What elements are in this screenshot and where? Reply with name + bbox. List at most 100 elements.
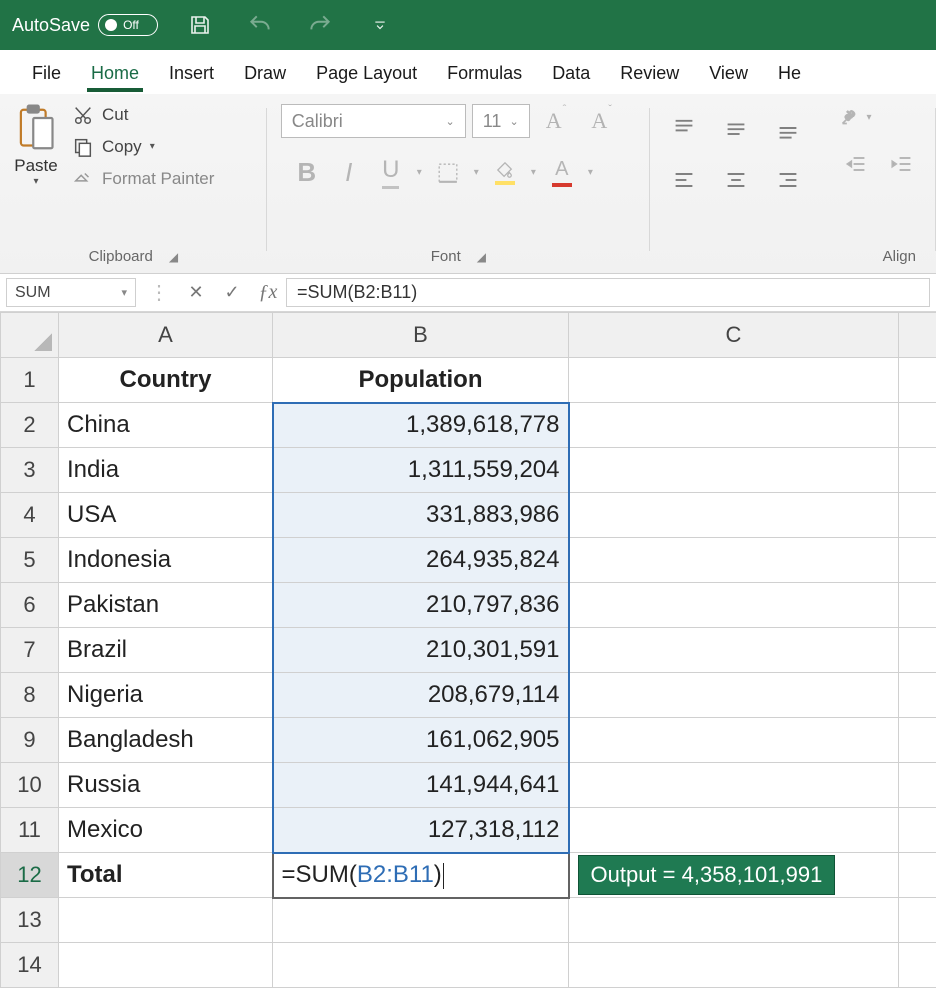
tab-data[interactable]: Data xyxy=(546,55,596,94)
format-painter-button[interactable]: Format Painter xyxy=(72,168,214,190)
cell[interactable] xyxy=(569,538,899,583)
cell[interactable] xyxy=(899,673,936,718)
tab-view[interactable]: View xyxy=(703,55,754,94)
tab-formulas[interactable]: Formulas xyxy=(441,55,528,94)
align-center-button[interactable] xyxy=(716,156,756,204)
row-header[interactable]: 2 xyxy=(1,403,59,448)
row-header[interactable]: 5 xyxy=(1,538,59,583)
cell-b7[interactable]: 210,301,591 xyxy=(273,628,569,673)
align-middle-button[interactable] xyxy=(716,104,756,152)
col-header-c[interactable]: C xyxy=(569,313,899,358)
row-header[interactable]: 3 xyxy=(1,448,59,493)
cell-b10[interactable]: 141,944,641 xyxy=(273,763,569,808)
italic-button[interactable]: I xyxy=(329,157,369,188)
tab-page-layout[interactable]: Page Layout xyxy=(310,55,423,94)
cell[interactable] xyxy=(569,718,899,763)
cell-c12[interactable]: Output = 4,358,101,991 xyxy=(569,853,899,898)
font-launcher-icon[interactable]: ◢ xyxy=(477,250,486,264)
tab-file[interactable]: File xyxy=(26,55,67,94)
align-top-button[interactable] xyxy=(664,104,704,152)
cell-b12-editing[interactable]: =SUM(B2:B11) xyxy=(273,853,569,898)
cell[interactable] xyxy=(569,763,899,808)
cell[interactable] xyxy=(899,493,936,538)
autosave-toggle[interactable]: AutoSave Off xyxy=(12,14,158,36)
spreadsheet-grid[interactable]: A B C 1 Country Population 2 China 1,389… xyxy=(0,312,936,988)
col-header-d[interactable] xyxy=(899,313,936,358)
chevron-down-icon[interactable]: ▾ xyxy=(413,167,426,178)
cell-a5[interactable]: Indonesia xyxy=(59,538,273,583)
cell[interactable] xyxy=(899,763,936,808)
shrink-font-button[interactable]: Aˇ xyxy=(581,104,621,138)
cell[interactable] xyxy=(899,853,936,898)
align-left-button[interactable] xyxy=(664,156,704,204)
cell-a9[interactable]: Bangladesh xyxy=(59,718,273,763)
row-header[interactable]: 7 xyxy=(1,628,59,673)
copy-button[interactable]: Copy ▾ xyxy=(72,136,214,158)
cell-b11[interactable]: 127,318,112 xyxy=(273,808,569,853)
formula-input[interactable]: =SUM(B2:B11) xyxy=(286,278,930,307)
cell[interactable] xyxy=(899,808,936,853)
cell[interactable] xyxy=(59,898,273,943)
cell-a6[interactable]: Pakistan xyxy=(59,583,273,628)
autosave-switch[interactable]: Off xyxy=(98,14,158,36)
cell[interactable] xyxy=(569,943,899,988)
row-header[interactable]: 4 xyxy=(1,493,59,538)
cell[interactable] xyxy=(569,583,899,628)
cell[interactable] xyxy=(899,583,936,628)
orientation-button[interactable]: ab▾ xyxy=(836,104,876,130)
row-header[interactable]: 1 xyxy=(1,358,59,403)
row-header[interactable]: 10 xyxy=(1,763,59,808)
cell[interactable] xyxy=(569,628,899,673)
cell-b2[interactable]: 1,389,618,778 xyxy=(273,403,569,448)
border-button[interactable] xyxy=(428,162,468,184)
chevron-down-icon[interactable]: ▾ xyxy=(470,167,483,178)
row-header[interactable]: 6 xyxy=(1,583,59,628)
chevron-down-icon[interactable]: ▾ xyxy=(584,167,597,178)
cell[interactable] xyxy=(899,718,936,763)
save-button[interactable] xyxy=(182,7,218,43)
cell[interactable] xyxy=(899,628,936,673)
cell[interactable] xyxy=(569,493,899,538)
cell[interactable] xyxy=(59,943,273,988)
undo-button[interactable] xyxy=(242,7,278,43)
col-header-b[interactable]: B xyxy=(273,313,569,358)
cell[interactable] xyxy=(899,403,936,448)
font-size-select[interactable]: 11 ⌄ xyxy=(472,104,530,138)
font-name-select[interactable]: Calibri ⌄ xyxy=(281,104,466,138)
cell[interactable] xyxy=(569,808,899,853)
decrease-indent-button[interactable] xyxy=(836,152,876,176)
cell-b8[interactable]: 208,679,114 xyxy=(273,673,569,718)
insert-function-button[interactable]: ƒx xyxy=(250,274,286,311)
increase-indent-button[interactable] xyxy=(882,152,922,176)
cell-a1[interactable]: Country xyxy=(59,358,273,403)
cell-a11[interactable]: Mexico xyxy=(59,808,273,853)
cell-c1[interactable] xyxy=(569,358,899,403)
underline-button[interactable]: U xyxy=(371,156,411,189)
cell-a7[interactable]: Brazil xyxy=(59,628,273,673)
col-header-a[interactable]: A xyxy=(59,313,273,358)
cell[interactable] xyxy=(569,403,899,448)
row-header[interactable]: 8 xyxy=(1,673,59,718)
font-color-button[interactable]: A xyxy=(542,158,582,187)
cell-b6[interactable]: 210,797,836 xyxy=(273,583,569,628)
cell-a4[interactable]: USA xyxy=(59,493,273,538)
row-header[interactable]: 14 xyxy=(1,943,59,988)
cell-b4[interactable]: 331,883,986 xyxy=(273,493,569,538)
cell[interactable] xyxy=(273,943,569,988)
name-box[interactable]: SUM ▾ xyxy=(6,278,136,307)
align-right-button[interactable] xyxy=(768,156,808,204)
cell[interactable] xyxy=(899,943,936,988)
cell[interactable] xyxy=(899,538,936,583)
select-all-corner[interactable] xyxy=(1,313,59,358)
row-header[interactable]: 9 xyxy=(1,718,59,763)
cancel-formula-button[interactable]: ✕ xyxy=(178,274,214,311)
grow-font-button[interactable]: Aˆ xyxy=(536,104,576,138)
tab-home[interactable]: Home xyxy=(85,55,145,94)
tab-draw[interactable]: Draw xyxy=(238,55,292,94)
row-header[interactable]: 12 xyxy=(1,853,59,898)
chevron-down-icon[interactable]: ▾ xyxy=(527,167,540,178)
cell[interactable] xyxy=(569,898,899,943)
cell-d1[interactable] xyxy=(899,358,936,403)
cell[interactable] xyxy=(899,448,936,493)
tab-help[interactable]: He xyxy=(772,55,807,94)
